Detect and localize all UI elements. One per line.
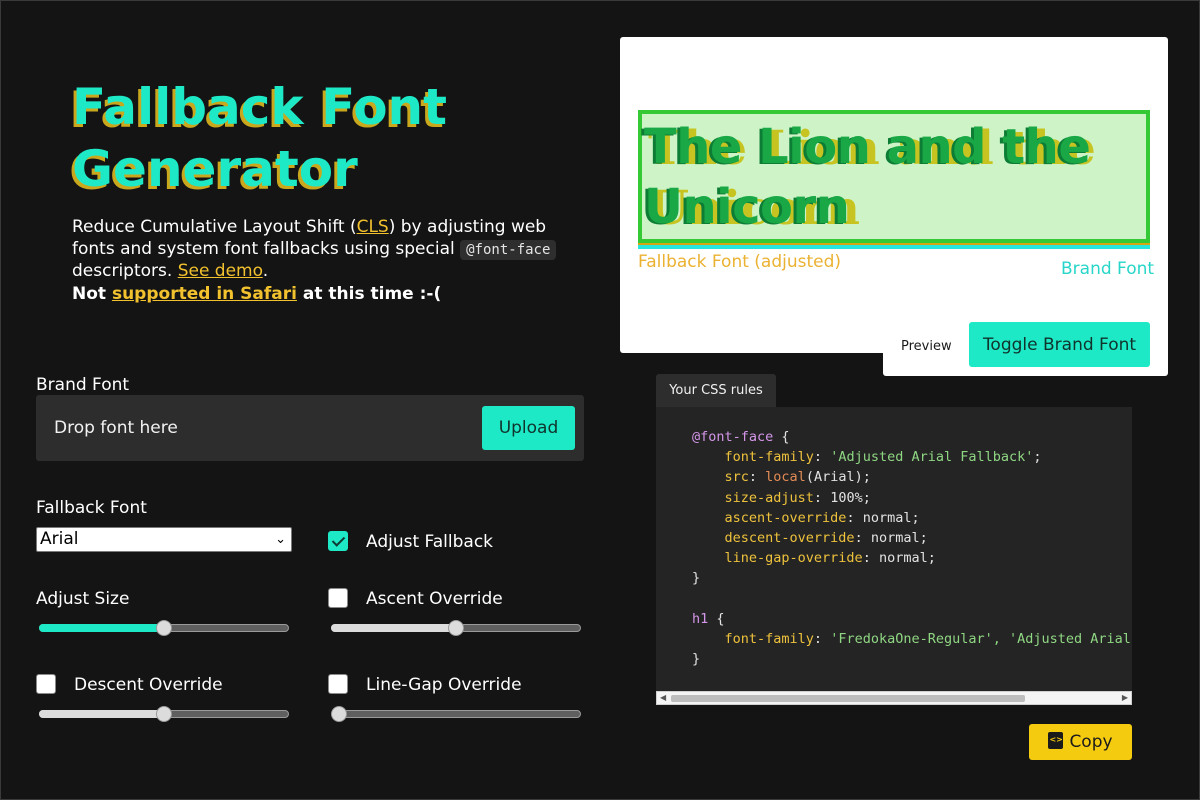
copy-button[interactable]: Copy <box>1029 724 1132 760</box>
slider-fill <box>39 624 164 632</box>
preview-controls: Preview Toggle Brand Font <box>883 322 1168 376</box>
warning-text-part: Not <box>72 283 112 304</box>
ascent-override-checkbox[interactable] <box>328 588 348 608</box>
fallback-font-caption: Fallback Font (adjusted) <box>638 252 842 272</box>
slider-fill <box>331 624 456 632</box>
fallback-font-value: Arial <box>40 529 79 549</box>
fallback-font-label: Fallback Font <box>36 498 147 518</box>
safari-support-link[interactable]: supported in Safari <box>112 284 297 304</box>
ascent-override-label: Ascent Override <box>366 589 503 609</box>
slider-thumb[interactable] <box>156 620 172 636</box>
code-ascent: normal <box>862 509 912 526</box>
page-title-line-2: Generator <box>72 140 358 198</box>
scroll-left-icon[interactable]: ◀ <box>660 693 666 702</box>
adjust-fallback-label: Adjust Fallback <box>366 532 494 552</box>
adjust-size-label: Adjust Size <box>36 589 130 609</box>
toggle-brand-font-button[interactable]: Toggle Brand Font <box>969 322 1150 367</box>
brand-font-label: Brand Font <box>36 375 130 395</box>
adjust-fallback-checkbox[interactable] <box>328 531 348 551</box>
fallback-font-select[interactable]: Arial ⌄ <box>36 527 292 552</box>
scroll-right-icon[interactable]: ▶ <box>1122 693 1128 702</box>
code-line-gap: normal <box>878 550 928 567</box>
page-title-line-1: Fallback Font <box>72 78 448 136</box>
code-src-fn: local <box>765 469 806 486</box>
copy-code-icon <box>1048 732 1064 749</box>
page-title: Fallback Font Generator <box>72 76 572 200</box>
code-font-family: 'Adjusted Arial Fallback' <box>830 449 1034 466</box>
adjust-size-slider[interactable] <box>39 620 289 636</box>
intro-text-part: Reduce Cumulative Layout Shift ( <box>72 217 357 237</box>
slider-thumb[interactable] <box>331 706 347 722</box>
warning-text-part: at this time :-( <box>296 283 442 304</box>
line-gap-override-slider[interactable] <box>331 706 581 722</box>
css-code-block[interactable]: @font-face { font-family: 'Adjusted Aria… <box>656 407 1132 691</box>
chevron-down-icon: ⌄ <box>275 532 286 547</box>
see-demo-link[interactable]: See demo <box>178 261 263 281</box>
code-src-arg: (Arial); <box>805 469 871 486</box>
preview-card: The Lion and the Unicorn The Lion and th… <box>620 37 1168 353</box>
css-code: @font-face { font-family: 'Adjusted Aria… <box>692 429 1131 668</box>
descent-override-checkbox[interactable] <box>36 674 56 694</box>
line-gap-override-label: Line-Gap Override <box>366 675 522 695</box>
css-rules-tab[interactable]: Your CSS rules <box>656 374 776 408</box>
slider-thumb[interactable] <box>156 706 172 722</box>
intro-text: Reduce Cumulative Layout Shift (CLS) by … <box>72 217 562 305</box>
brand-font-sample: The Lion and the Unicorn <box>644 119 1091 235</box>
font-drop-zone[interactable]: Drop font here Upload <box>36 395 584 461</box>
descent-override-slider[interactable] <box>39 706 289 722</box>
line-gap-override-checkbox[interactable] <box>328 674 348 694</box>
preview-tab-label: Preview <box>901 339 952 354</box>
slider-fill <box>39 710 164 718</box>
cls-link[interactable]: CLS <box>357 217 389 237</box>
code-horizontal-scrollbar[interactable]: ◀ ▶ <box>656 691 1132 705</box>
code-descent: normal <box>870 530 920 547</box>
scrollbar-thumb[interactable] <box>671 695 1025 702</box>
brand-font-baseline <box>638 243 1150 249</box>
copy-button-label: Copy <box>1069 732 1113 752</box>
safari-warning: Not supported in Safari at this time :-( <box>72 284 562 306</box>
slider-track <box>331 710 581 718</box>
descent-override-label: Descent Override <box>74 675 223 695</box>
intro-text-part: . <box>262 261 269 281</box>
brand-font-caption: Brand Font <box>1061 259 1155 279</box>
code-size-adjust: 100% <box>830 489 863 506</box>
upload-button[interactable]: Upload <box>482 406 575 450</box>
intro-text-part: descriptors. <box>72 261 178 281</box>
font-face-code: @font-face <box>460 239 557 260</box>
code-h1-family: 'FredokaOne-Regular', 'Adjusted Arial <box>830 631 1131 648</box>
drop-zone-text: Drop font here <box>54 418 178 438</box>
slider-thumb[interactable] <box>448 620 464 636</box>
ascent-override-slider[interactable] <box>331 620 581 636</box>
